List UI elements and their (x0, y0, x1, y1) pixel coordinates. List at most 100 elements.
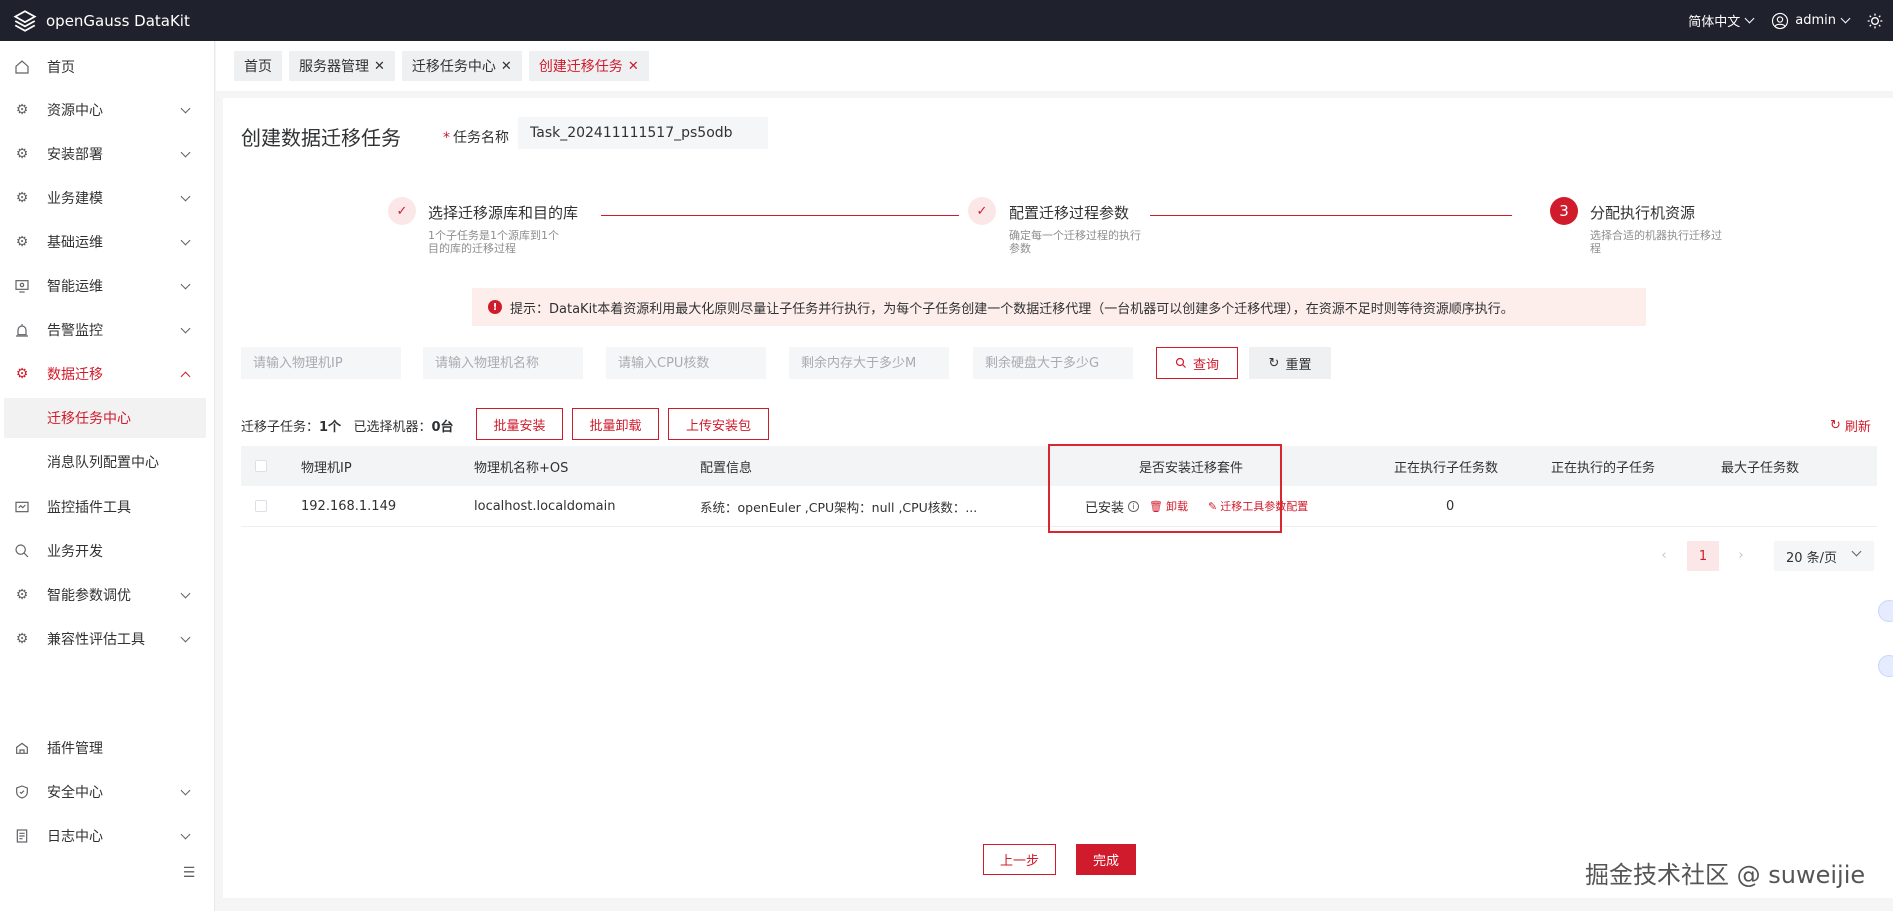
chevron-down-icon (180, 191, 191, 201)
step-3-desc: 选择合适的机器执行迁移过程 (1590, 229, 1722, 255)
tool-config-link[interactable]: ✎ 迁移工具参数配置 (1208, 498, 1308, 514)
tab-server-management[interactable]: 服务器管理 ✕ (289, 51, 395, 81)
tab-create-migration-task[interactable]: 创建迁移任务 ✕ (528, 51, 649, 81)
sidebar-collapse-icon[interactable]: ☰ (178, 865, 200, 887)
sidebar-item-compat-eval[interactable]: ⚙ 兼容性评估工具 (0, 621, 215, 657)
chevron-down-icon (180, 829, 191, 839)
gear-icon: ⚙ (15, 366, 29, 382)
chevron-down-icon (180, 279, 191, 289)
step-2-title: 配置迁移过程参数 (1009, 204, 1130, 222)
tab-bar: 首页 服务器管理 ✕ 迁移任务中心 ✕ 创建迁移任务 ✕ (216, 41, 1893, 91)
sidebar-item-security-center[interactable]: 安全中心 (0, 774, 215, 810)
upload-package-button[interactable]: 上传安装包 (668, 408, 769, 440)
gear-icon: ⚙ (15, 234, 29, 250)
refresh-link[interactable]: ↻ 刷新 (1830, 416, 1871, 435)
sidebar-item-label: 安全中心 (47, 785, 103, 801)
finish-button[interactable]: 完成 (1076, 844, 1136, 875)
step-connector (601, 215, 959, 216)
language-selector[interactable]: 简体中文 (1688, 11, 1755, 30)
tab-home[interactable]: 首页 (234, 51, 282, 81)
sidebar-subitem-mq-config-center[interactable]: 消息队列配置中心 (4, 442, 206, 482)
gear-icon: ⚙ (15, 146, 29, 162)
memory-filter-input[interactable] (789, 347, 949, 379)
edit-icon: ✎ (1207, 499, 1218, 513)
sidebar-item-business-dev[interactable]: 业务开发 (0, 533, 215, 569)
disk-filter-input[interactable] (973, 347, 1133, 379)
sidebar-item-label: 首页 (47, 60, 75, 76)
sidebar-item-label: 插件管理 (47, 741, 103, 757)
home-icon (12, 57, 32, 77)
uninstall-link[interactable]: 🗑 卸载 (1149, 498, 1188, 514)
sidebar-item-alarm-monitor[interactable]: 告警监控 (0, 312, 215, 348)
step-1-title: 选择迁移源库和目的库 (428, 204, 579, 222)
cell-ip: 192.168.1.149 (301, 498, 397, 514)
close-icon[interactable]: ✕ (374, 59, 385, 74)
sidebar-item-install-deploy[interactable]: ⚙ 安装部署 (0, 136, 215, 172)
selected-count: 0台 (431, 420, 454, 435)
sidebar-item-smart-tuning[interactable]: ⚙ 智能参数调优 (0, 577, 215, 613)
close-icon[interactable]: ✕ (501, 59, 512, 74)
sidebar-item-smart-ops[interactable]: 智能运维 (0, 268, 215, 304)
app-logo[interactable]: openGauss DataKit (12, 8, 190, 34)
sidebar-item-basic-ops[interactable]: ⚙ 基础运维 (0, 224, 215, 260)
sidebar-item-business-modeling[interactable]: ⚙ 业务建模 (0, 180, 215, 216)
cpu-filter-input[interactable] (606, 347, 766, 379)
user-menu[interactable]: admin (1771, 12, 1851, 30)
step-1-desc: 1个子任务是1个源库到1个目的库的迁移过程 (428, 229, 559, 255)
reset-button[interactable]: ↻ 重置 (1249, 347, 1331, 379)
batch-install-button[interactable]: 批量安装 (476, 408, 563, 440)
info-icon[interactable]: i (1128, 500, 1140, 512)
row-checkbox[interactable] (255, 500, 267, 512)
tab-label: 首页 (244, 59, 272, 75)
sidebar-item-label: 安装部署 (47, 147, 103, 163)
language-label: 简体中文 (1688, 15, 1741, 30)
page-number-current[interactable]: 1 (1687, 541, 1719, 571)
chevron-down-icon (180, 632, 191, 642)
tab-migration-task-center[interactable]: 迁移任务中心 ✕ (401, 51, 522, 81)
query-button[interactable]: 查询 (1156, 347, 1238, 379)
close-icon[interactable]: ✕ (628, 59, 639, 74)
sidebar-subitem-migration-task-center[interactable]: 迁移任务中心 (4, 398, 206, 438)
notice-banner: ! 提示：DataKit本着资源利用最大化原则尽量让子任务并行执行，为每个子任务… (472, 288, 1646, 326)
chevron-down-icon (180, 147, 191, 157)
layers-icon (13, 9, 37, 32)
page-title: 创建数据迁移任务 (241, 126, 401, 150)
ip-filter-input[interactable] (241, 347, 401, 379)
sidebar-item-monitor-plugin-tool[interactable]: 监控插件工具 (0, 489, 215, 525)
prev-step-button[interactable]: 上一步 (983, 844, 1056, 875)
sidebar-item-home[interactable]: 首页 (0, 49, 215, 85)
sidebar-item-data-migration[interactable]: ⚙ 数据迁移 (0, 356, 215, 392)
col-header-install-status: 是否安装迁移套件 (1139, 460, 1244, 476)
tab-label: 迁移任务中心 (411, 59, 496, 75)
sidebar-item-resource-center[interactable]: ⚙ 资源中心 (0, 92, 215, 128)
tab-label: 服务器管理 (299, 59, 369, 75)
sidebar-item-label: 业务开发 (47, 544, 103, 560)
plugin-monitor-icon (12, 497, 32, 517)
search-icon (12, 541, 32, 561)
batch-uninstall-button[interactable]: 批量卸载 (572, 408, 659, 440)
log-icon (12, 826, 32, 846)
select-all-checkbox[interactable] (255, 460, 267, 472)
sidebar-item-label: 告警监控 (47, 323, 103, 339)
chevron-down-icon (1840, 13, 1851, 24)
chevron-down-icon (180, 323, 191, 333)
sidebar-item-label: 资源中心 (47, 103, 103, 119)
prev-page-icon[interactable]: ‹ (1654, 541, 1674, 569)
float-support-icon[interactable] (1878, 655, 1893, 677)
tab-label: 创建迁移任务 (538, 59, 623, 75)
theme-sun-icon[interactable] (1867, 13, 1883, 29)
table-row: 192.168.1.149 localhost.localdomain 系统：o… (241, 486, 1877, 527)
cell-install-status: 已安装 i 🗑 卸载 ✎ 迁移工具参数配置 (1085, 486, 1308, 526)
cell-config: 系统：openEuler ,CPU架构：null ,CPU核数：... (700, 499, 978, 515)
step-3-number: 3 (1550, 197, 1578, 225)
app-title: openGauss DataKit (46, 11, 190, 30)
page-size-select[interactable]: 20 条/页 (1774, 541, 1874, 571)
float-assistant-icon[interactable] (1878, 600, 1893, 622)
task-name-input[interactable] (518, 117, 768, 149)
sidebar-item-log-center[interactable]: 日志中心 (0, 818, 215, 854)
sidebar-item-label: 兼容性评估工具 (47, 632, 145, 648)
gear-icon: ⚙ (15, 587, 29, 603)
sidebar-item-plugin-management[interactable]: 插件管理 (0, 730, 215, 766)
name-filter-input[interactable] (423, 347, 583, 379)
next-page-icon[interactable]: › (1731, 541, 1751, 569)
